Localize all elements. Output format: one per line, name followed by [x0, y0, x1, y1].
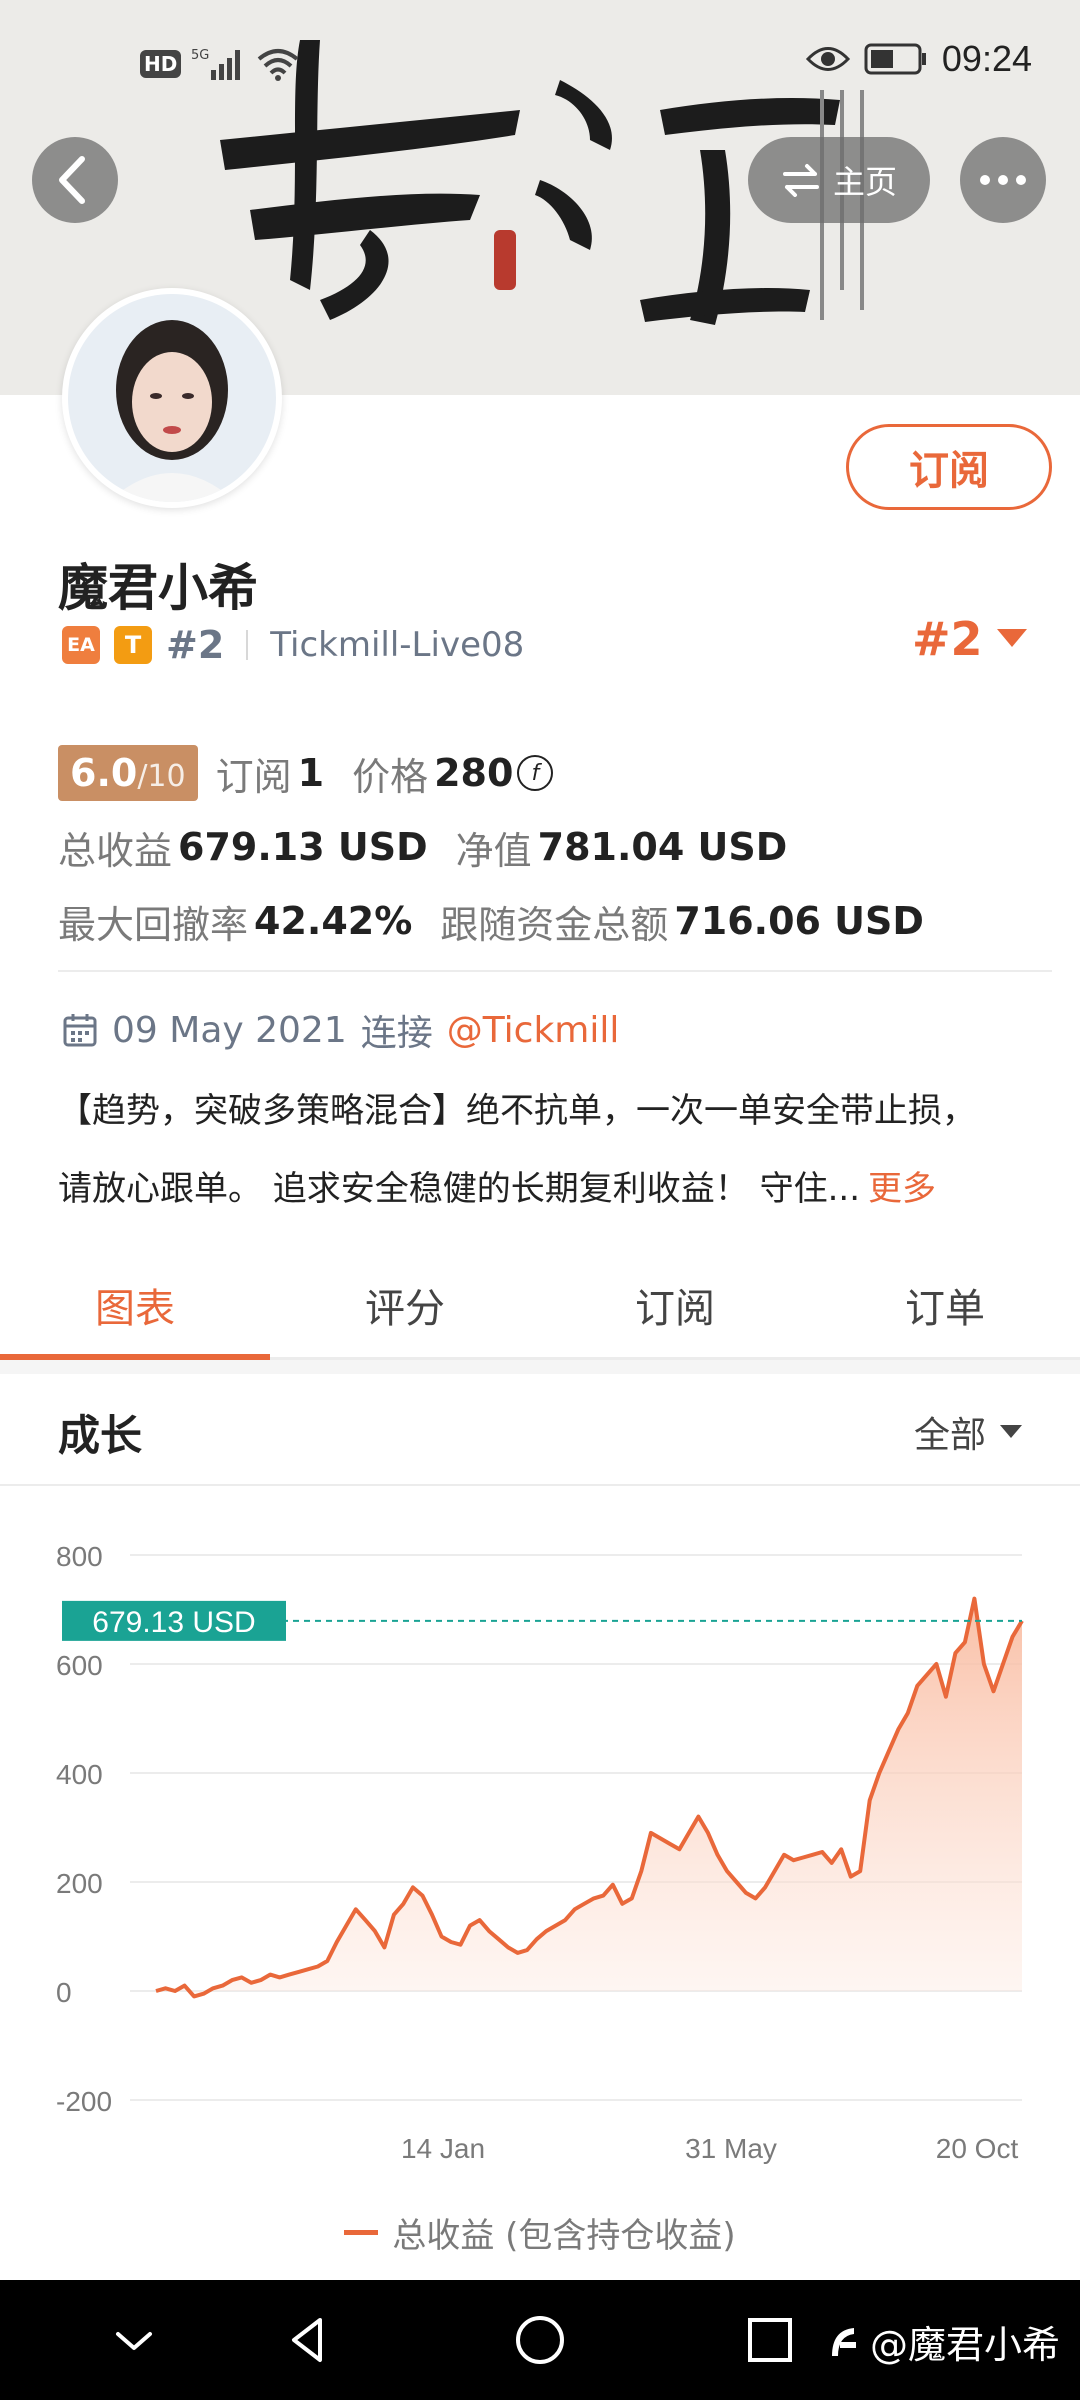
status-right: 09:24 — [805, 38, 1032, 80]
server-name: Tickmill-Live08 — [270, 625, 525, 665]
tab-bar: 图表 评分 订阅 订单 — [0, 1252, 1080, 1360]
legend-swatch — [344, 2230, 379, 2235]
broker-link[interactable]: @Tickmill — [447, 1010, 620, 1051]
back-nav-icon[interactable] — [280, 2310, 340, 2370]
avatar-image — [68, 294, 276, 502]
recents-nav-icon[interactable] — [740, 2310, 800, 2370]
stats-panel: 6.0/10 订阅 1 价格 280 f 总收益 679.13 USD 净值 7… — [58, 736, 1058, 958]
dot-icon — [998, 175, 1008, 185]
subscribe-button[interactable]: 订阅 — [846, 424, 1052, 510]
status-bar: HD 5G 09:24 — [0, 38, 1080, 94]
y-tick-label: 0 — [56, 1977, 72, 2008]
clock: 09:24 — [941, 38, 1032, 79]
stat-row-profit: 总收益 679.13 USD 净值 781.04 USD — [58, 810, 1058, 884]
coin-icon: f — [517, 755, 554, 791]
battery-icon — [864, 43, 926, 75]
dot-icon — [980, 175, 990, 185]
signal-icon: 5G — [191, 48, 241, 80]
connect-label: 连接 — [360, 1013, 433, 1054]
net-value-label: 净值 — [455, 828, 532, 873]
x-tick-label: 31 May — [685, 2133, 777, 2164]
profit-area — [156, 1598, 1022, 1997]
status-left: HD 5G — [140, 46, 299, 82]
range-label: 全部 — [913, 1415, 986, 1456]
total-profit-label: 总收益 — [58, 828, 173, 873]
calendar-icon — [63, 1014, 97, 1047]
net-value-value: 781.04 USD — [537, 825, 788, 869]
chevron-left-icon — [59, 156, 85, 204]
caret-down-icon — [1000, 1425, 1022, 1438]
tab-orders[interactable]: 订单 — [810, 1252, 1080, 1357]
rank-label: #2 — [166, 623, 225, 667]
y-tick-label: 800 — [56, 1541, 103, 1572]
hd-indicator: HD — [140, 50, 182, 78]
platform-logo-icon — [831, 2327, 856, 2356]
more-options-button[interactable] — [960, 137, 1046, 223]
avatar[interactable] — [62, 288, 282, 508]
total-profit-value: 679.13 USD — [178, 825, 428, 869]
price-value: 280 — [434, 751, 514, 795]
home-nav-icon[interactable] — [510, 2310, 570, 2370]
system-nav-bar: @魔君小希 — [0, 2280, 1080, 2400]
strategy-description: 【趋势，突破多策略混合】绝不抗单，一次一单安全带止损， 请放心跟单。 追求安全稳… — [58, 1072, 1052, 1228]
stat-row-drawdown: 最大回撤率 42.42% 跟随资金总额 716.06 USD — [58, 884, 1058, 958]
watermark-text: @魔君小希 — [869, 2323, 1060, 2367]
chart-header: 成长 全部 — [0, 1374, 1080, 1486]
ea-badge: EA — [62, 626, 100, 664]
more-link[interactable]: 更多 — [868, 1169, 936, 1209]
max-drawdown-label: 最大回撤率 — [58, 902, 249, 947]
dot-icon — [1016, 175, 1026, 185]
connection-meta: 09 May 2021 连接 @Tickmill — [62, 1002, 619, 1058]
y-tick-label: 400 — [56, 1759, 103, 1790]
chart-title: 成长 — [58, 1411, 143, 1460]
legend-label: 总收益 (包含持仓收益) — [392, 2216, 736, 2256]
follow-funds-label: 跟随资金总额 — [440, 902, 669, 947]
range-dropdown[interactable]: 全部 — [914, 1406, 1022, 1458]
subscribe-count-label: 订阅 — [215, 754, 292, 799]
caret-down-icon — [996, 629, 1027, 647]
back-button[interactable] — [32, 137, 118, 223]
price-label: 价格 — [352, 754, 429, 799]
t-badge: T — [114, 626, 152, 664]
y-tick-label: 600 — [56, 1650, 103, 1681]
x-tick-label: 14 Jan — [401, 2133, 485, 2164]
watermark: @魔君小希 — [824, 2314, 1060, 2369]
chart-legend[interactable]: 总收益 (包含持仓收益) — [0, 2208, 1080, 2257]
rank-dropdown[interactable]: #2 — [912, 612, 1027, 666]
divider — [58, 970, 1052, 972]
home-label: 主页 — [832, 163, 897, 201]
y-tick-label: -200 — [56, 2086, 112, 2117]
description-line-2: 请放心跟单。 追求安全稳健的长期复利收益！ 守住... 更多 — [58, 1169, 937, 1209]
separator — [246, 630, 249, 660]
tab-subscription[interactable]: 订阅 — [540, 1252, 810, 1357]
network-label: 5G — [191, 48, 209, 63]
home-button[interactable]: 主页 — [748, 137, 930, 223]
x-tick-label: 20 Oct — [936, 2133, 1019, 2164]
stat-row-score: 6.0/10 订阅 1 价格 280 f — [58, 736, 1058, 810]
connect-date: 09 May 2021 — [112, 1009, 347, 1051]
subscribe-count: 1 — [297, 751, 325, 795]
eye-icon — [805, 47, 850, 71]
section-gap — [0, 1360, 1080, 1374]
trader-badges: EA T #2 Tickmill-Live08 — [62, 620, 524, 670]
trader-name: 魔君小希 — [58, 559, 258, 617]
tab-rating[interactable]: 评分 — [270, 1252, 540, 1357]
follow-funds-value: 716.06 USD — [674, 899, 924, 943]
score-badge: 6.0/10 — [58, 745, 198, 801]
tab-chart[interactable]: 图表 — [0, 1252, 270, 1360]
max-drawdown-value: 42.42% — [254, 899, 413, 943]
y-tick-label: 200 — [56, 1868, 103, 1899]
rank-dropdown-label: #2 — [912, 612, 983, 666]
collapse-nav-icon[interactable] — [104, 2310, 164, 2370]
current-value-label: 679.13 USD — [92, 1606, 255, 1639]
wifi-icon — [258, 49, 299, 81]
growth-chart[interactable]: 800 600 400 200 0 -200 14 Jan 31 May 20 Oct 679.1… — [0, 1500, 1080, 2280]
description-line-1: 【趋势，突破多策略混合】绝不抗单，一次一单安全带止损， — [58, 1091, 976, 1131]
swap-icon — [782, 164, 819, 197]
